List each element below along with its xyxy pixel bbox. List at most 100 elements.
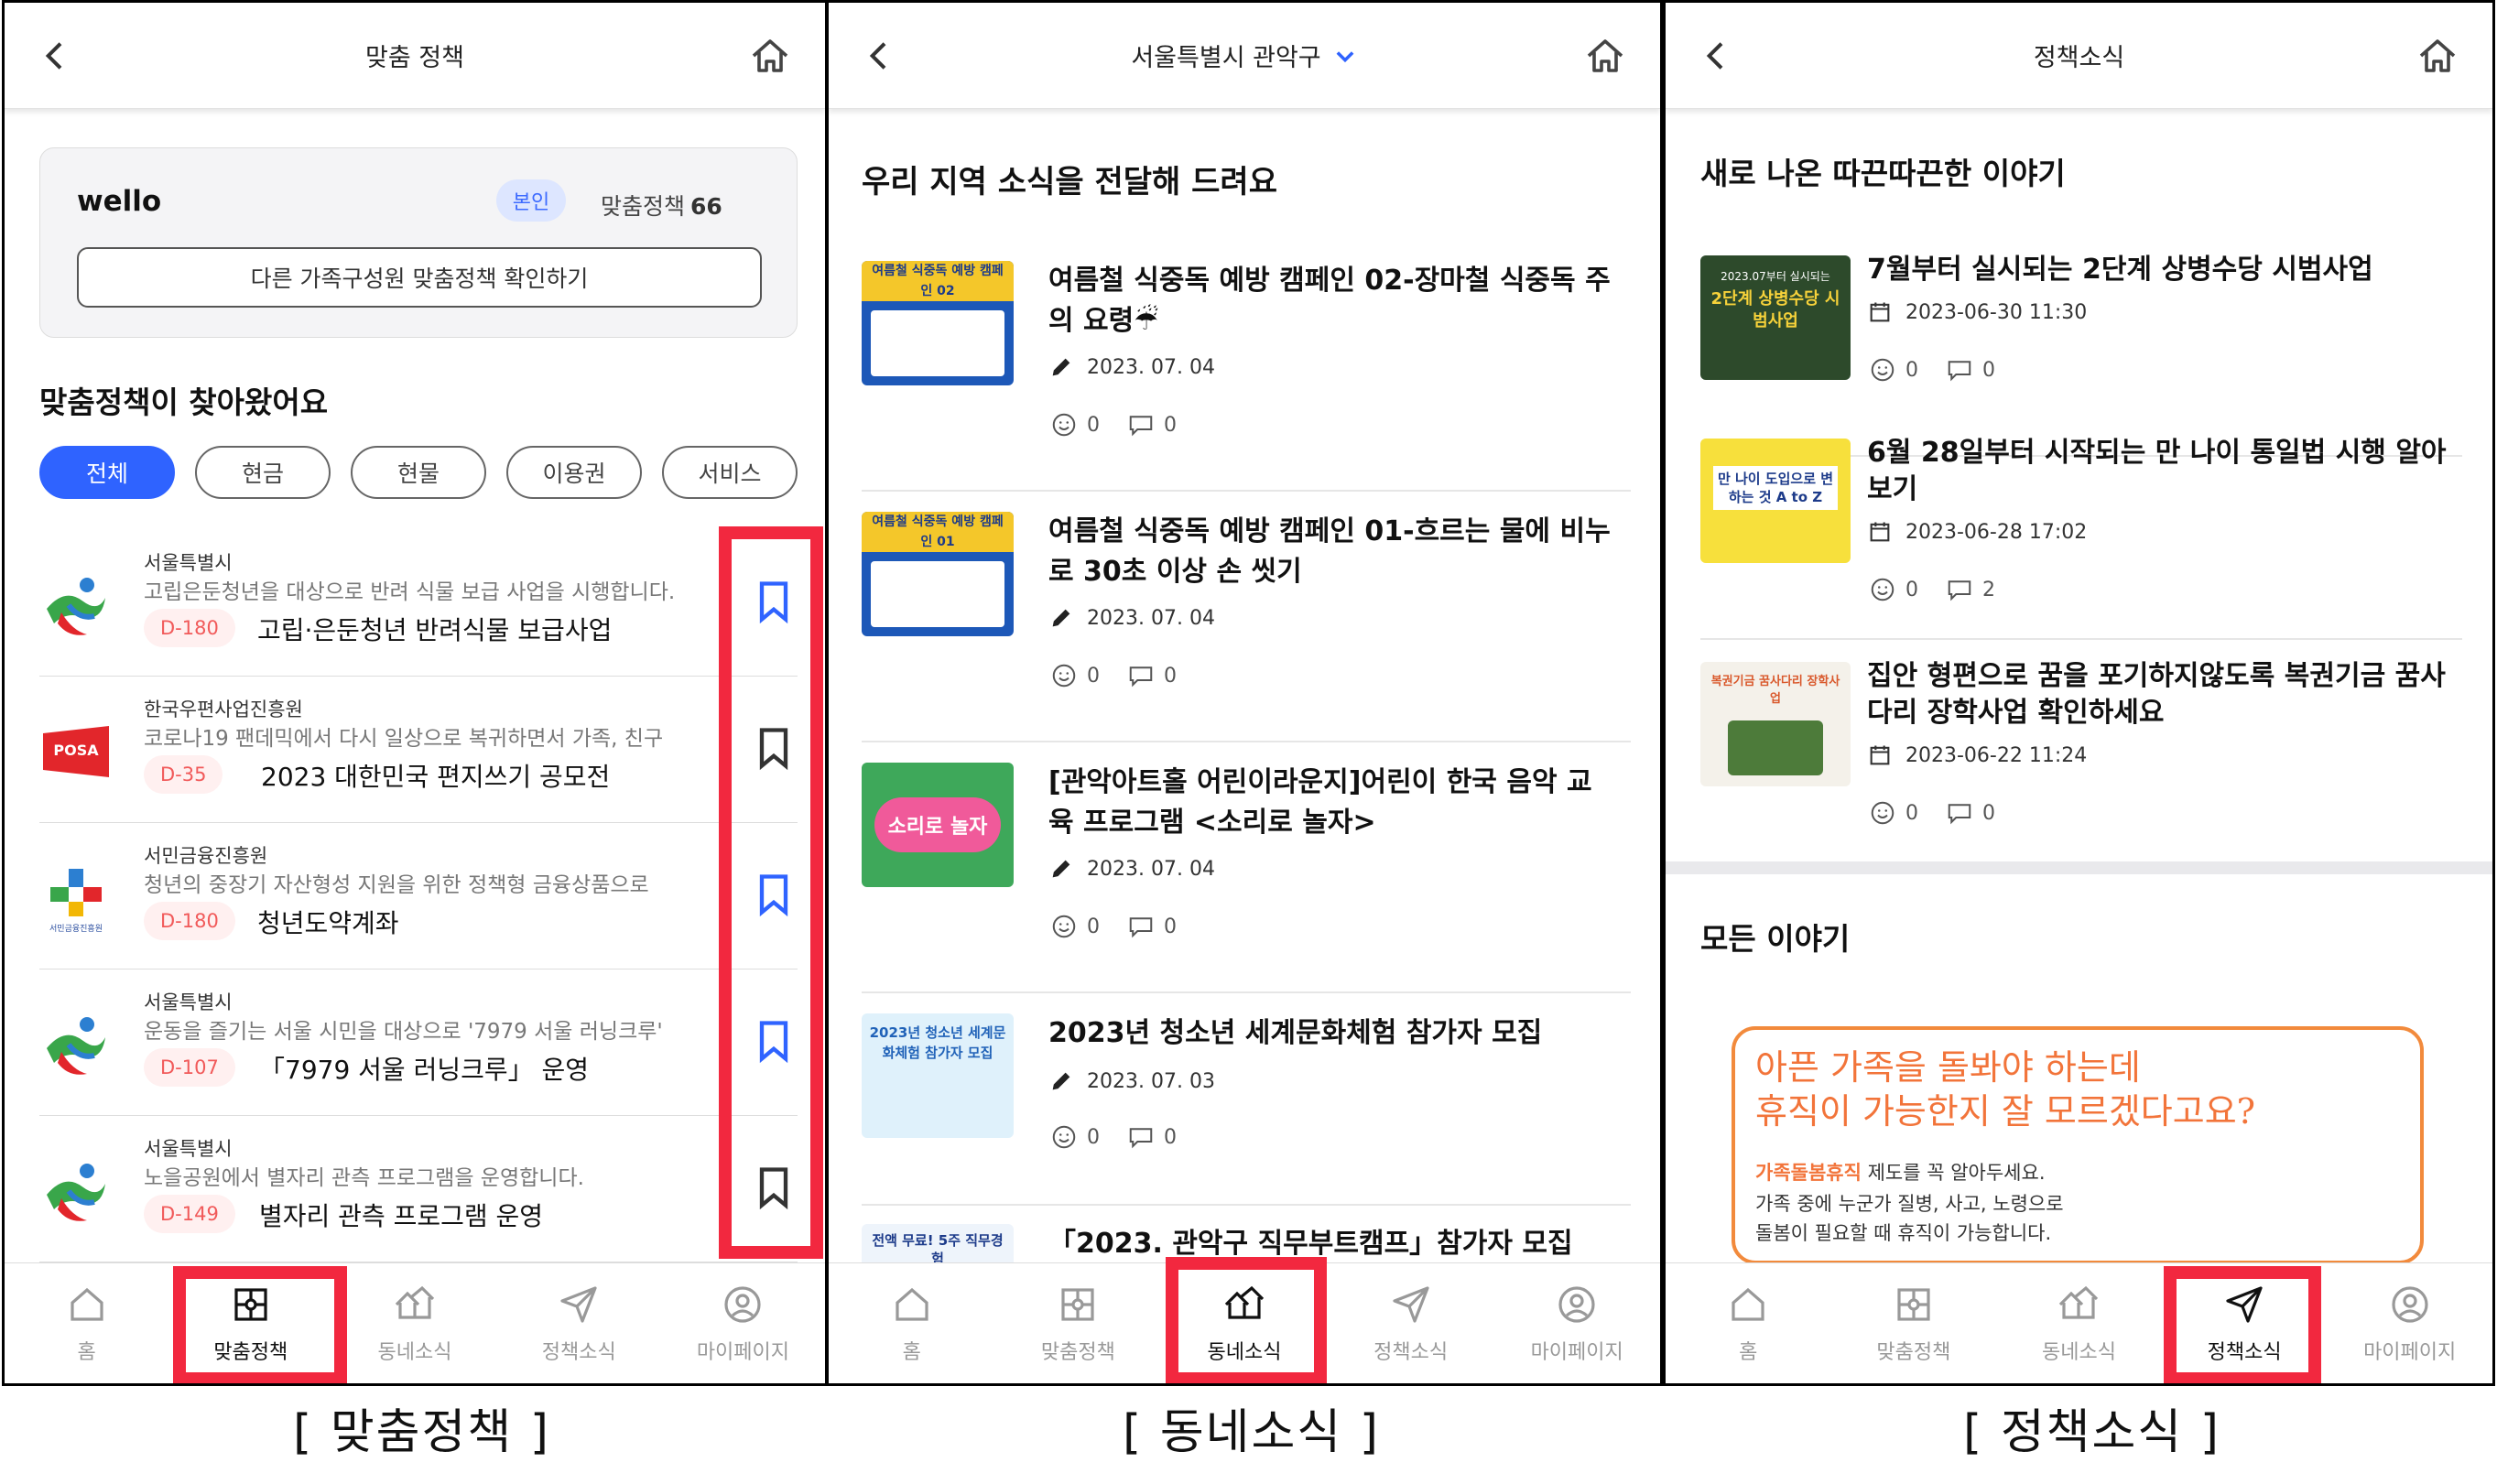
user-icon — [1558, 1285, 1595, 1323]
policy-count: 맞춤정책 66 — [601, 189, 722, 222]
pencil-icon — [1052, 358, 1070, 376]
chip-goods[interactable]: 현물 — [351, 446, 486, 499]
news-date: 2023. 07. 03 — [1048, 1068, 1215, 1094]
policy-row[interactable]: 서민금융진흥원 서민금융진흥원 청년의 중장기 자산형성 지원을 위한 정책형 … — [39, 823, 798, 969]
nav-custom-policy-label: 맞춤정책 — [1040, 1340, 1115, 1364]
nav-custom-policy[interactable]: 맞춤정책 — [1831, 1263, 1997, 1383]
policy-row[interactable]: POSA 한국우편사업진흥원 코로나19 팬데믹에서 다시 일상으로 복귀하면서… — [39, 677, 798, 823]
chip-voucher[interactable]: 이용권 — [506, 446, 642, 499]
news-item[interactable]: 여름철 식중독 예방 캠페인 01 여름철 식중독 예방 캠페인 01-흐르는 … — [862, 493, 1631, 742]
thumb-caption: 복권기금 꿈사다리 장학사업 — [1710, 675, 1840, 706]
policy-desc: 노을공원에서 별자리 관측 프로그램을 운영합니다. — [144, 1166, 584, 1190]
chip-all[interactable]: 전체 — [39, 446, 175, 499]
chevron-down-icon[interactable] — [1332, 43, 1358, 69]
news-date-text: 2023. 07. 04 — [1087, 606, 1215, 630]
seoul-logo-icon — [47, 578, 105, 635]
news-thumbnail: 2023년 청소년 세계문화체험 참가자 모집 — [862, 1013, 1014, 1138]
dday-badge: D-180 — [144, 609, 235, 647]
back-arrow-icon[interactable] — [1699, 38, 1735, 74]
comment-count: 2 — [1982, 578, 1995, 601]
policy-org: 서울특별시 — [144, 991, 233, 1013]
home-icon[interactable] — [2416, 34, 2459, 78]
nav-mypage[interactable]: 마이페이지 — [1493, 1263, 1660, 1383]
user-icon — [2392, 1285, 2428, 1323]
like-count: 0 — [1087, 413, 1100, 437]
nav-policy-news-label: 정책소식 — [541, 1340, 616, 1364]
comment-icon — [1129, 666, 1153, 688]
policy-desc: 코로나19 팬데믹에서 다시 일상으로 복귀하면서 가족, 친구 — [144, 727, 664, 751]
screen-custom-policy: 맞춤 정책 wello 본인 맞춤정책 66 다른 가족구성원 맞춤정책 확인하기… — [2, 0, 828, 1386]
policy-desc: 고립은둔청년을 대상으로 반려 식물 보급 사업을 시행합니다. — [144, 580, 676, 604]
pencil-icon — [1052, 860, 1070, 878]
header: 맞춤 정책 — [5, 3, 825, 109]
back-arrow-icon[interactable] — [38, 38, 74, 74]
policy-row[interactable]: 서울특별시 운동을 즐기는 서울 시민을 대상으로 '7979 서울 러닝크루'… — [39, 969, 798, 1116]
post-date: 2023-06-22 11:24 — [1867, 742, 2087, 768]
smile-icon — [1052, 1125, 1076, 1149]
policy-news-item[interactable]: 만 나이 도입으로 변하는 것 A to Z 6월 28일부터 시작되는 만 나… — [1700, 420, 2462, 640]
news-item[interactable]: 소리로 놀자 [관악아트홀 어린이라운지]어린이 한국 음악 교육 프로그램 <… — [862, 744, 1631, 993]
news-item[interactable]: 여름철 식중독 예방 캠페인 02 여름철 식중독 예방 캠페인 02-장마철 … — [862, 243, 1631, 492]
post-thumbnail: 만 나이 도입으로 변하는 것 A to Z — [1700, 439, 1851, 563]
region-selector[interactable]: 서울특별시 관악구 — [1131, 38, 1320, 73]
nav-home[interactable]: 홈 — [829, 1263, 995, 1383]
story-banner[interactable]: 아픈 가족을 돌봐야 하는데 휴직이 가능한지 잘 모르겠다고요? 가족돌봄휴직… — [1732, 1026, 2424, 1264]
news-item[interactable]: 2023년 청소년 세계문화체험 참가자 모집 2023년 청소년 세계문화체험… — [862, 995, 1631, 1206]
family-policy-button[interactable]: 다른 가족구성원 맞춤정책 확인하기 — [77, 247, 762, 308]
kinfa-logo-text: 서민금융진흥원 — [49, 923, 103, 934]
chip-cash[interactable]: 현금 — [195, 446, 331, 499]
seoul-logo-icon — [47, 1017, 105, 1075]
nav-neighborhood[interactable]: 동네소식 — [1996, 1263, 2162, 1383]
nav-neighborhood[interactable]: 동네소식 — [332, 1263, 496, 1383]
section-title: 우리 지역 소식을 전달해 드려요 — [862, 164, 1277, 200]
houses-icon — [2059, 1285, 2099, 1319]
news-date-text: 2023. 07. 03 — [1087, 1069, 1215, 1093]
nav-mypage[interactable]: 마이페이지 — [2327, 1263, 2492, 1383]
news-title: 여름철 식중독 예방 캠페인 02-장마철 식중독 주의 요령☔ — [1048, 265, 1611, 337]
category-chips: 전체 현금 현물 이용권 서비스 — [39, 446, 798, 499]
banner-line5: 돌봄이 필요할 때 휴직이 가능합니다. — [1755, 1222, 2052, 1244]
policy-row[interactable]: 서울특별시 노을공원에서 별자리 관측 프로그램을 운영합니다. D-149 별… — [39, 1116, 798, 1262]
user-icon — [724, 1285, 762, 1323]
news-title: [관악아트홀 어린이라운지]어린이 한국 음악 교육 프로그램 <소리로 놀자> — [1048, 766, 1592, 839]
thumb-caption: 여름철 식중독 예방 캠페인 01 — [862, 512, 1014, 552]
news-title: 여름철 식중독 예방 캠페인 01-흐르는 물에 비누로 30초 이상 손 씻기 — [1048, 515, 1611, 588]
nav-custom-policy[interactable]: 맞춤정책 — [995, 1263, 1162, 1383]
post-date-text: 2023-06-28 17:02 — [1905, 520, 2088, 544]
post-title: 7월부터 실시되는 2단계 상병수당 시범사업 — [1867, 254, 2373, 286]
back-arrow-icon[interactable] — [862, 38, 898, 74]
home-icon[interactable] — [748, 34, 792, 78]
home-icon — [70, 1287, 103, 1321]
comment-icon — [1129, 917, 1153, 938]
policy-title: 별자리 관측 프로그램 운영 — [259, 1201, 544, 1231]
nav-home-label: 홈 — [902, 1340, 921, 1364]
calendar-icon — [1870, 302, 1890, 322]
policy-count-label: 맞춤정책 — [601, 193, 686, 220]
brand-name: wello — [77, 185, 162, 218]
comment-count: 0 — [1164, 664, 1177, 688]
comment-icon — [1129, 416, 1153, 437]
news-counts: 00 — [1048, 913, 1202, 940]
banner-line3-rest: 제도를 꼭 알아두세요. — [1861, 1162, 2046, 1184]
nav-mypage[interactable]: 마이페이지 — [661, 1263, 825, 1383]
kinfa-logo-icon: 서민금융진흥원 — [49, 869, 103, 934]
nav-home[interactable]: 홈 — [5, 1263, 168, 1383]
bottom-nav: 홈 맞춤정책 동네소식 정책소식 마이페이지 — [1666, 1262, 2492, 1383]
puzzle-icon — [1061, 1287, 1094, 1321]
nav-home[interactable]: 홈 — [1666, 1263, 1831, 1383]
chip-service[interactable]: 서비스 — [662, 446, 798, 499]
post-date-text: 2023-06-22 11:24 — [1905, 743, 2088, 767]
policy-news-item[interactable]: 복권기금 꿈사다리 장학사업 집안 형편으로 꿈을 포기하지않도록 복권기금 꿈… — [1700, 644, 2462, 863]
nav-policy-news[interactable]: 정책소식 — [497, 1263, 661, 1383]
nav-mypage-label: 마이페이지 — [1530, 1340, 1623, 1364]
smile-icon — [1052, 664, 1076, 688]
home-icon[interactable] — [1583, 34, 1627, 78]
policy-org: 서민금융진흥원 — [144, 845, 268, 867]
nav-policy-news[interactable]: 정책소식 — [1328, 1263, 1494, 1383]
highlight-nav-neighborhood — [1166, 1257, 1327, 1383]
news-title: 「2023. 관악구 직무부트캠프」참가자 모집 — [1048, 1228, 1573, 1260]
bottom-nav: 홈 맞춤정책 동네소식 정책소식 마이페이지 — [5, 1262, 825, 1383]
home-icon — [1732, 1287, 1764, 1321]
policy-row[interactable]: 서울특별시 고립은둔청년을 대상으로 반려 식물 보급 사업을 시행합니다. D… — [39, 530, 798, 677]
page-title: 맞춤 정책 — [365, 44, 464, 72]
